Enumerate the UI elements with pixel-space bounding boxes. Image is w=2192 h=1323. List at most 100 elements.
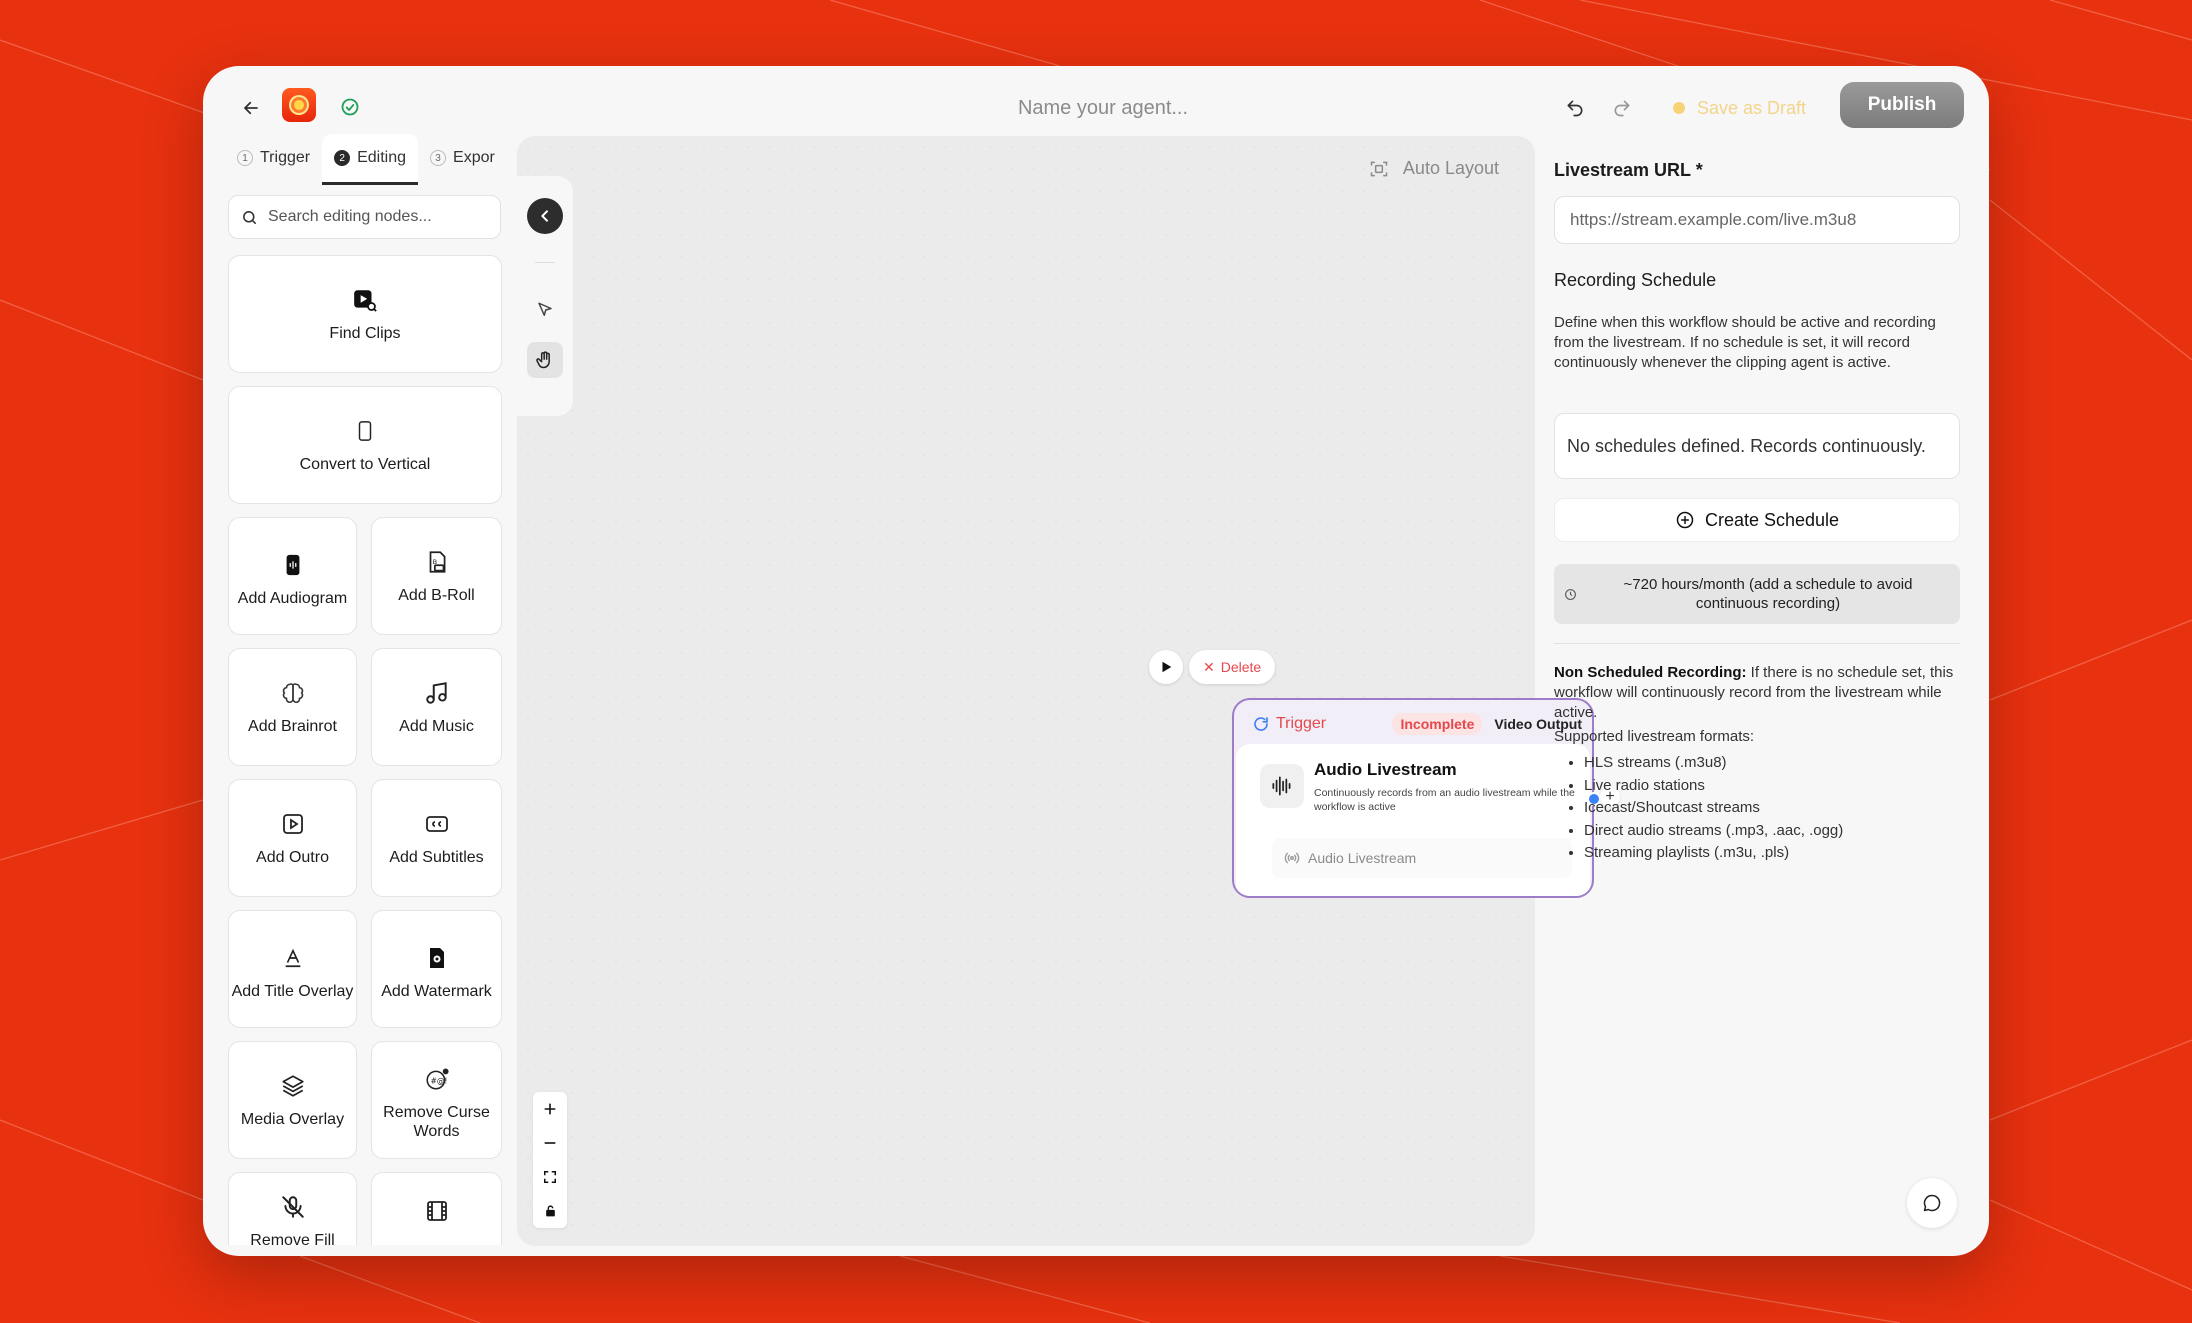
node-field: Audio Livestream: [1272, 838, 1572, 878]
formats-list: HLS streams (.m3u8) Live radio stations …: [1554, 752, 1843, 865]
hand-tool-button[interactable]: [527, 342, 563, 378]
no-schedules-text: No schedules defined. Records continuous…: [1567, 435, 1926, 456]
node-label: Add Watermark: [381, 982, 492, 1000]
broadcast-icon: [1284, 852, 1300, 864]
tab-trigger[interactable]: 1 Trigger: [225, 134, 322, 182]
app-window: Name your agent... Save as Draft Publish…: [203, 66, 1989, 1256]
non-scheduled-note: Non Scheduled Recording: If there is no …: [1554, 663, 1966, 723]
plus-icon: [544, 1103, 556, 1115]
arrow-left-icon: [244, 101, 258, 115]
hours-estimate: ~720 hours/month (add a schedule to avoi…: [1554, 564, 1960, 624]
recording-schedule-heading: Recording Schedule: [1554, 270, 1717, 290]
node-remove-fillers[interactable]: Remove Fill: [228, 1172, 357, 1245]
no-schedules-box: No schedules defined. Records continuous…: [1554, 413, 1960, 479]
tab-label: Trigger: [260, 149, 311, 166]
find-clips-icon: [351, 286, 379, 314]
workflow-canvas[interactable]: Auto Layout ✕ Delete Trigger Incomplete …: [517, 136, 1620, 1246]
outro-play-icon: [279, 810, 307, 838]
tab-label: Expor: [453, 149, 495, 166]
chat-button[interactable]: [1907, 1178, 1957, 1228]
fit-view-button[interactable]: [533, 1161, 567, 1193]
list-item: Icecast/Shoutcast streams: [1584, 797, 1843, 820]
node-label: Find Clips: [329, 324, 401, 342]
zoom-out-button[interactable]: [533, 1127, 567, 1159]
livestream-url-input[interactable]: https://stream.example.com/live.m3u8: [1554, 196, 1960, 244]
node-add-audiogram[interactable]: Add Audiogram: [228, 517, 357, 635]
saved-status-icon: [333, 90, 367, 124]
tab-label: Editing: [357, 149, 407, 166]
node-media-overlay[interactable]: Media Overlay: [228, 1041, 357, 1159]
node-label: Convert to Vertical: [299, 455, 431, 473]
back-button[interactable]: [233, 90, 269, 126]
auto-layout-icon: [1370, 161, 1388, 176]
lock-button[interactable]: [533, 1195, 567, 1227]
list-item: HLS streams (.m3u8): [1584, 752, 1843, 775]
node-add-music[interactable]: Add Music: [371, 648, 502, 766]
node-add-outro[interactable]: Add Outro: [228, 779, 357, 897]
node-find-clips[interactable]: Find Clips: [228, 255, 502, 373]
node-remove-curse-words[interactable]: #@! Remove Curse Words: [371, 1041, 502, 1159]
play-icon: [1162, 661, 1172, 673]
properties-panel: Livestream URL * https://stream.example.…: [1551, 66, 1971, 1256]
pointer-icon: [538, 302, 552, 316]
hand-icon: [536, 351, 550, 369]
tab-export[interactable]: 3 Expor: [418, 134, 507, 182]
zoom-in-button[interactable]: [533, 1093, 567, 1125]
node-body: Audio Livestream Continuously records fr…: [1236, 744, 1590, 896]
agent-name-input[interactable]: Name your agent...: [908, 86, 1298, 130]
tab-editing[interactable]: 2 Editing: [322, 134, 419, 185]
node-add-title-overlay[interactable]: Add Title Overlay: [228, 910, 357, 1028]
phone-vertical-icon: [351, 417, 379, 445]
list-item: Live radio stations: [1584, 775, 1843, 798]
node-add-subtitles[interactable]: Add Subtitles: [371, 779, 502, 897]
create-schedule-button[interactable]: Create Schedule: [1554, 498, 1960, 542]
livestream-url-label: Livestream URL *: [1554, 160, 1703, 180]
fit-view-icon: [543, 1170, 557, 1184]
node-label: Add Subtitles: [389, 848, 484, 866]
search-nodes-input[interactable]: Search editing nodes...: [228, 195, 501, 239]
broll-icon: B: [423, 548, 451, 576]
refresh-icon: [1254, 717, 1268, 731]
search-placeholder: Search editing nodes...: [268, 208, 432, 225]
chevron-left-icon: [541, 210, 548, 222]
svg-text:#@!: #@!: [430, 1076, 447, 1085]
node-label: Media Overlay: [240, 1110, 345, 1128]
pointer-tool-button[interactable]: [527, 292, 563, 328]
node-label: Add Music: [399, 717, 474, 735]
node-film[interactable]: [371, 1172, 502, 1245]
zoom-controls: [533, 1092, 567, 1228]
divider: [1554, 643, 1960, 644]
chat-bubble-icon: [1923, 1194, 1941, 1212]
canvas-tool-rail: [517, 176, 573, 416]
tab-number: 2: [334, 150, 351, 166]
tab-number: 3: [430, 150, 447, 166]
minus-icon: [544, 1142, 556, 1144]
app-logo: [282, 88, 316, 122]
node-label: Add Audiogram: [237, 589, 348, 607]
collapse-panel-button[interactable]: [527, 198, 563, 234]
node-label: Add Title Overlay: [231, 982, 354, 1000]
audiogram-icon: [279, 551, 307, 579]
tab-number: 1: [237, 150, 253, 166]
clock-icon: [1554, 588, 1586, 601]
node-add-watermark[interactable]: Add Watermark: [371, 910, 502, 1028]
node-add-broll[interactable]: B Add B-Roll: [371, 517, 502, 635]
delete-node-button[interactable]: ✕ Delete: [1189, 650, 1276, 684]
layers-icon: [279, 1072, 307, 1100]
run-node-button[interactable]: [1149, 650, 1183, 684]
step-tabs: 1 Trigger 2 Editing 3 Expor: [225, 134, 515, 186]
rail-divider: [535, 262, 555, 263]
curse-words-icon: #@!: [423, 1065, 451, 1093]
node-convert-vertical[interactable]: Convert to Vertical: [228, 386, 502, 504]
delete-label: Delete: [1220, 659, 1262, 675]
close-icon: ✕: [1203, 658, 1215, 675]
node-label: Add Brainrot: [248, 717, 337, 735]
watermark-icon: [423, 944, 451, 972]
node-add-brainrot[interactable]: Add Brainrot: [228, 648, 357, 766]
auto-layout-label: Auto Layout: [1402, 158, 1499, 178]
audio-wave-icon: [1260, 764, 1304, 808]
non-scheduled-title: Non Scheduled Recording:: [1554, 664, 1747, 681]
lock-icon: [545, 1205, 555, 1217]
auto-layout-button[interactable]: Auto Layout: [1369, 158, 1499, 179]
trigger-node[interactable]: Trigger Incomplete Video Output Audio Li…: [1232, 698, 1594, 898]
